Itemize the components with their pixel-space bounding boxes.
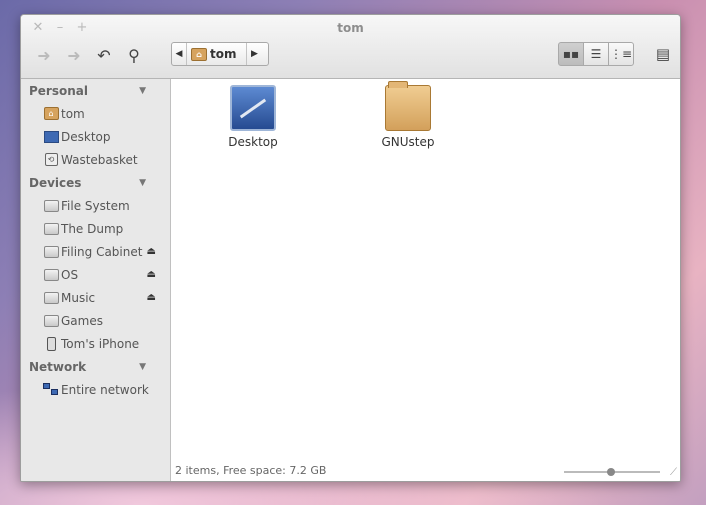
- eject-icon[interactable]: ⏏: [147, 246, 156, 257]
- drive-icon: [43, 268, 59, 282]
- eject-icon[interactable]: ⏏: [147, 269, 156, 280]
- sidebar-item-label: The Dump: [61, 221, 124, 236]
- arrow-left-icon: ➜: [37, 45, 51, 65]
- sidebar-item-label: Music: [61, 290, 96, 305]
- sidebar-item-label: Games: [61, 313, 103, 328]
- sidebar-item-label: tom: [61, 106, 85, 121]
- sidebar-item-label: Entire network: [61, 382, 149, 397]
- trash-icon: ⟲: [43, 153, 59, 167]
- sidebar-item-label: OS: [61, 267, 79, 282]
- breadcrumb-label: tom: [210, 47, 237, 61]
- sidebar-item-os[interactable]: OS ⏏: [21, 263, 170, 286]
- breadcrumb-tom[interactable]: ⌂ tom: [186, 43, 248, 65]
- sidebar-item-wastebasket[interactable]: ⟲ Wastebasket: [21, 148, 170, 171]
- menu-button[interactable]: ▤: [652, 43, 674, 65]
- drive-icon: [43, 199, 59, 213]
- sidebar-item-toms-iphone[interactable]: Tom's iPhone: [21, 332, 170, 355]
- status-text: 2 items, Free space: 7.2 GB: [175, 463, 327, 477]
- arrow-right-icon: ➜: [67, 45, 81, 65]
- sidebar-section-network[interactable]: Network ▼: [21, 355, 170, 378]
- network-icon: [43, 383, 59, 397]
- icon-view-button[interactable]: ▪▪: [558, 42, 584, 66]
- list-view-button[interactable]: ☰: [583, 42, 609, 66]
- folder-icon: [385, 81, 431, 131]
- columns-icon: ⋮≡: [609, 47, 633, 61]
- resize-grip-icon[interactable]: ⟋: [670, 467, 677, 478]
- triangle-down-icon[interactable]: ▼: [139, 86, 146, 96]
- sidebar-item-the-dump[interactable]: The Dump: [21, 217, 170, 240]
- zoom-slider[interactable]: [564, 468, 660, 476]
- navigation-buttons: ➜ ➜ ↶ ⚲: [29, 43, 149, 67]
- desktop-folder-icon: [230, 85, 276, 131]
- menu-icon: ▤: [655, 45, 671, 63]
- sidebar-item-label: Desktop: [61, 129, 111, 144]
- phone-icon: [43, 336, 59, 351]
- reload-button[interactable]: ↶: [89, 43, 119, 67]
- section-title: Personal: [29, 83, 88, 98]
- sidebar-item-games[interactable]: Games: [21, 309, 170, 332]
- eject-icon[interactable]: ⏏: [147, 292, 156, 303]
- desktop-icon: [43, 130, 59, 144]
- sidebar-item-music[interactable]: Music ⏏: [21, 286, 170, 309]
- file-item-desktop[interactable]: Desktop: [213, 85, 293, 149]
- back-button[interactable]: ➜: [29, 43, 59, 67]
- drive-icon: [43, 314, 59, 328]
- section-title: Network: [29, 359, 87, 374]
- file-manager-window: ✕ – + tom ➜ ➜ ↶ ⚲ ◀ ⌂ tom ▶ ▪▪ ☰ ⋮≡ ▤ Pe: [20, 14, 681, 482]
- sidebar-item-tom[interactable]: ⌂ tom: [21, 102, 170, 125]
- titlebar: ✕ – + tom ➜ ➜ ↶ ⚲ ◀ ⌂ tom ▶ ▪▪ ☰ ⋮≡ ▤: [21, 15, 680, 79]
- sidebar-item-entire-network[interactable]: Entire network: [21, 378, 170, 401]
- search-button[interactable]: ⚲: [119, 43, 149, 67]
- drive-icon: [43, 222, 59, 236]
- path-scroll-left-icon[interactable]: ◀: [172, 49, 186, 59]
- zoom-slider-handle[interactable]: [607, 468, 615, 476]
- file-name: Desktop: [228, 135, 278, 149]
- drive-icon: [43, 245, 59, 259]
- file-item-gnustep[interactable]: GNUstep: [368, 81, 448, 149]
- sidebar-item-desktop[interactable]: Desktop: [21, 125, 170, 148]
- triangle-down-icon[interactable]: ▼: [139, 178, 146, 188]
- file-name: GNUstep: [381, 135, 435, 149]
- sidebar-item-file-system[interactable]: File System: [21, 194, 170, 217]
- status-bar: 2 items, Free space: 7.2 GB: [171, 459, 680, 481]
- view-mode-switcher: ▪▪ ☰ ⋮≡: [558, 42, 634, 66]
- triangle-down-icon[interactable]: ▼: [139, 362, 146, 372]
- sidebar-section-devices[interactable]: Devices ▼: [21, 171, 170, 194]
- path-scroll-right-icon[interactable]: ▶: [247, 49, 261, 59]
- sidebar-item-label: Tom's iPhone: [61, 336, 140, 351]
- reload-icon: ↶: [97, 45, 111, 65]
- home-folder-icon: ⌂: [43, 107, 59, 121]
- search-icon: ⚲: [128, 45, 140, 65]
- path-bar: ◀ ⌂ tom ▶: [171, 42, 269, 66]
- sidebar: Personal ▼ ⌂ tom Desktop ⟲ Wastebasket D…: [21, 79, 171, 481]
- grid-icon: ▪▪: [562, 47, 580, 61]
- file-view[interactable]: Desktop GNUstep 2 items, Free space: 7.2…: [171, 79, 680, 481]
- home-folder-icon: ⌂: [191, 47, 207, 61]
- sidebar-section-personal[interactable]: Personal ▼: [21, 79, 170, 102]
- section-title: Devices: [29, 175, 82, 190]
- sidebar-item-label: Wastebasket: [61, 152, 138, 167]
- sidebar-item-label: File System: [61, 198, 130, 213]
- forward-button[interactable]: ➜: [59, 43, 89, 67]
- drive-icon: [43, 291, 59, 305]
- sidebar-item-filing-cabinet[interactable]: Filing Cabinet ⏏: [21, 240, 170, 263]
- list-icon: ☰: [590, 47, 602, 61]
- column-view-button[interactable]: ⋮≡: [608, 42, 634, 66]
- window-title: tom: [337, 21, 364, 35]
- sidebar-item-label: Filing Cabinet: [61, 244, 143, 259]
